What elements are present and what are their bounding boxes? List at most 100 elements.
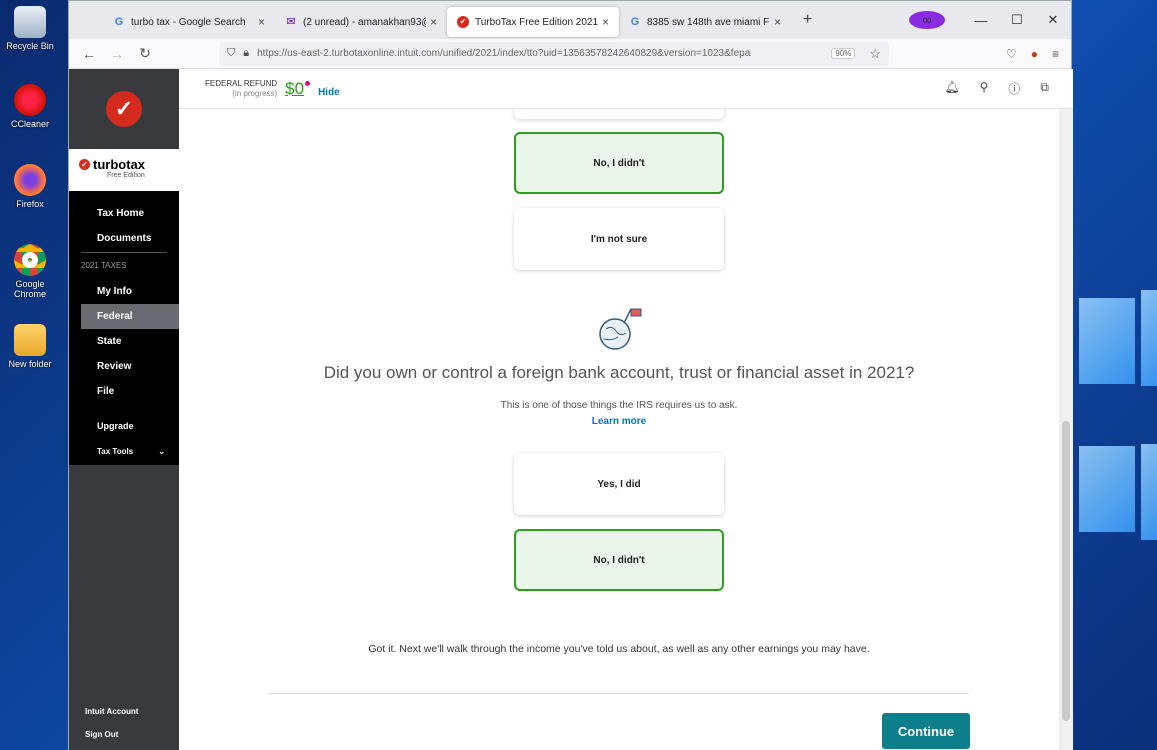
close-tab-icon[interactable]: ×	[258, 15, 265, 29]
turbotax-check-icon: ✓	[79, 159, 90, 170]
option-label: No, I didn't	[593, 157, 645, 169]
turbotax-app: ✓ ✓ turbotax Free Edition Tax Home Docume…	[69, 69, 1073, 750]
refund-header: FEDERAL REFUND (in progress) $0 Hide 🔔︎ …	[179, 69, 1073, 109]
sidebar-nav: Tax Home Documents 2021 TAXES My Info Fe…	[69, 191, 179, 464]
extension-icon[interactable]: ∞	[909, 11, 945, 29]
brand-name: turbotax	[93, 157, 145, 172]
folder-icon	[14, 324, 46, 356]
pocket-icon[interactable]: ♡	[1006, 47, 1017, 61]
new-tab-button[interactable]: +	[803, 11, 812, 29]
scrollbar-thumb[interactable]	[1062, 421, 1070, 721]
turbotax-logo-icon[interactable]: ✓	[106, 91, 142, 127]
intuit-account-link[interactable]: Intuit Account	[85, 707, 138, 716]
mail-icon: ✉	[286, 16, 296, 28]
sidebar-item-file[interactable]: File	[69, 379, 179, 404]
sidebar-item-federal[interactable]: Federal	[81, 304, 179, 329]
globe-flag-icon	[599, 308, 642, 350]
option-no-didnt[interactable]: No, I didn't	[514, 529, 724, 591]
refund-amount[interactable]: $0	[285, 78, 311, 99]
turbotax-check-icon: ✔	[457, 16, 469, 28]
tab-title: 8385 sw 148th ave miami FL 331	[647, 16, 770, 28]
tab-title: TurboTax Free Edition 2021	[475, 16, 598, 28]
sidebar-item-review[interactable]: Review	[69, 354, 179, 379]
firefox-icon	[14, 164, 46, 196]
desktop-icon-ccleaner[interactable]: CCleaner	[4, 84, 56, 129]
google-icon: G	[630, 16, 640, 28]
zoom-level[interactable]: 90%	[831, 48, 856, 59]
desktop-icon-label: Firefox	[16, 199, 44, 209]
tab-google-search[interactable]: G turbo tax - Google Search ×	[103, 7, 275, 37]
search-icon[interactable]: ⚲	[980, 80, 989, 97]
sign-out-link[interactable]: Sign Out	[85, 730, 138, 739]
maximize-icon[interactable]: ☐	[999, 12, 1035, 28]
url-bar[interactable]: ⛉ 🔒︎ https://us-east-2.turbotaxonline.in…	[219, 41, 889, 66]
bookmark-star-icon[interactable]: ☆	[869, 46, 881, 62]
close-tab-icon[interactable]: ×	[430, 15, 437, 29]
brand-edition: Free Edition	[107, 172, 145, 179]
desktop-icon-recycle-bin[interactable]: Recycle Bin	[4, 6, 56, 51]
sidebar-item-documents[interactable]: Documents	[69, 226, 179, 251]
lock-icon: 🔒︎	[243, 47, 250, 59]
share-icon[interactable]: ⧉	[1040, 80, 1049, 97]
tab-bar: G turbo tax - Google Search × ✉ (2 unrea…	[69, 1, 1071, 39]
close-tab-icon[interactable]: ×	[774, 15, 781, 29]
recycle-bin-icon	[14, 6, 46, 38]
sidebar-account-links: Intuit Account Sign Out	[85, 693, 138, 739]
url-text: https://us-east-2.turbotaxonline.intuit.…	[257, 48, 751, 59]
sidebar-item-upgrade[interactable]: Upgrade	[69, 414, 179, 439]
chevron-down-icon: ⌄	[158, 447, 165, 456]
option-no-previous[interactable]: No, I didn't	[514, 132, 724, 194]
learn-more-link[interactable]: Learn more	[179, 416, 1059, 427]
desktop-icon-firefox[interactable]: Firefox	[4, 164, 56, 209]
refund-amount-value: $0	[285, 78, 305, 98]
desktop-icon-new-folder[interactable]: New folder	[4, 324, 56, 369]
interview-content: No, I didn't I'm not sure Did you own or…	[179, 69, 1059, 750]
brand: ✓ turbotax Free Edition	[69, 149, 179, 191]
tab-title: turbo tax - Google Search	[131, 16, 246, 28]
sidebar: ✓ ✓ turbotax Free Edition Tax Home Docume…	[69, 69, 179, 750]
desktop-icon-label: CCleaner	[10, 119, 50, 129]
ccleaner-icon	[14, 84, 46, 116]
question-heading: Did you own or control a foreign bank ac…	[323, 363, 915, 382]
tab-address-search[interactable]: G 8385 sw 148th ave miami FL 331 ×	[619, 7, 791, 37]
content-divider	[269, 693, 969, 694]
reload-icon[interactable]: ↻	[131, 45, 159, 62]
tab-turbotax[interactable]: ✔ TurboTax Free Edition 2021 ×	[447, 7, 619, 37]
windows-logo	[1075, 240, 1157, 600]
page-scrollbar[interactable]: ▲	[1059, 69, 1073, 750]
account-avatar-icon[interactable]: ●	[1031, 47, 1038, 61]
google-icon: G	[114, 16, 124, 28]
sidebar-item-my-info[interactable]: My Info	[69, 279, 179, 304]
option-not-sure[interactable]: I'm not sure	[514, 208, 724, 270]
shield-icon: ⛉	[227, 47, 236, 59]
main-content: FEDERAL REFUND (in progress) $0 Hide 🔔︎ …	[179, 69, 1073, 750]
next-step-message: Got it. Next we'll walk through the inco…	[368, 643, 870, 655]
toolbar-icons: ♡ ● ≡	[1006, 47, 1071, 61]
sidebar-footer-area: Intuit Account Sign Out	[69, 465, 179, 750]
question-helper-text: This is one of those things the IRS requ…	[500, 400, 738, 411]
tab-yahoo-mail[interactable]: ✉ (2 unread) - amanakhan93@yah ×	[275, 7, 447, 37]
menu-icon[interactable]: ≡	[1052, 47, 1059, 61]
browser-window: G turbo tax - Google Search × ✉ (2 unrea…	[68, 0, 1073, 750]
header-icons: 🔔︎ ⚲ ⓘ ⧉	[944, 80, 1073, 97]
close-window-icon[interactable]: ✕	[1035, 12, 1071, 28]
sidebar-item-tax-home[interactable]: Tax Home	[69, 201, 179, 226]
refund-label-block: FEDERAL REFUND (in progress)	[205, 79, 277, 99]
help-icon[interactable]: ⓘ	[1008, 80, 1020, 97]
refund-status: (in progress)	[232, 88, 278, 98]
hide-refund-link[interactable]: Hide	[318, 87, 340, 98]
continue-button[interactable]: Continue	[882, 713, 970, 749]
minimize-icon[interactable]: —	[963, 13, 999, 28]
forward-icon[interactable]: →	[103, 46, 131, 62]
back-icon[interactable]: ←	[75, 46, 103, 62]
sidebar-item-state[interactable]: State	[69, 329, 179, 354]
option-label: Yes, I did	[597, 478, 641, 490]
option-yes-did[interactable]: Yes, I did	[514, 453, 724, 515]
sidebar-section-label: 2021 TAXES	[81, 261, 127, 270]
option-label: No, I didn't	[593, 554, 645, 566]
option-label: I'm not sure	[590, 233, 648, 245]
desktop-icon-chrome[interactable]: Google Chrome	[4, 244, 56, 299]
sidebar-item-tax-tools[interactable]: Tax Tools ⌄	[69, 439, 179, 464]
close-tab-icon[interactable]: ×	[602, 15, 609, 29]
bell-icon[interactable]: 🔔︎	[944, 80, 959, 97]
